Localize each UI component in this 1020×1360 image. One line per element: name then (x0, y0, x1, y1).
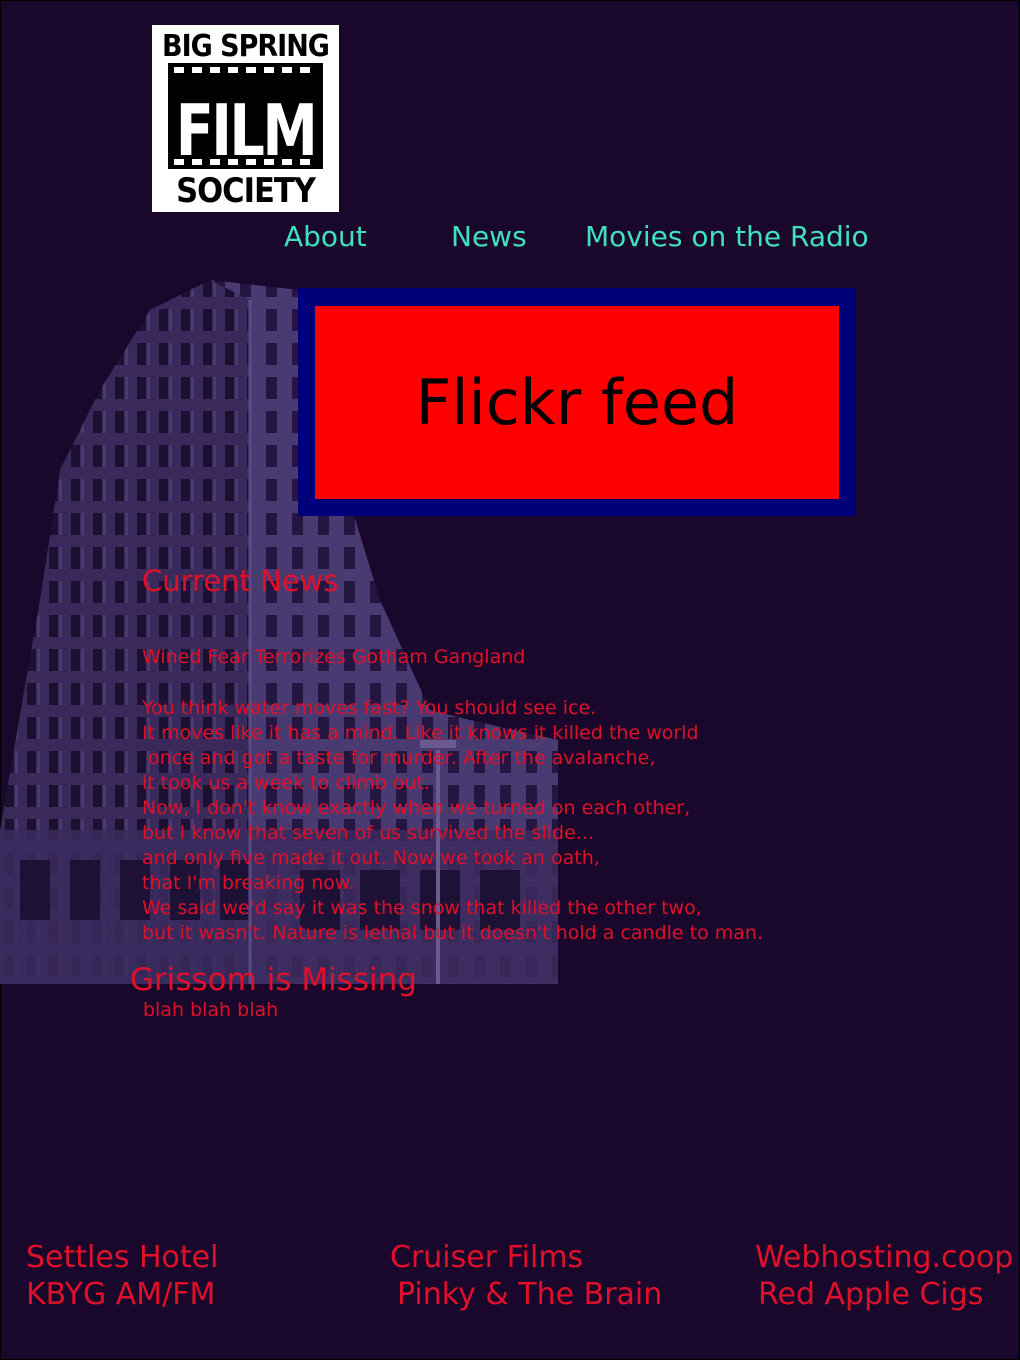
flickr-feed-box[interactable]: Flickr feed (315, 306, 839, 499)
nav-news-link[interactable]: News (451, 220, 527, 253)
nav-about-link[interactable]: About (284, 220, 367, 253)
article-body: You think water moves fast? You should s… (142, 697, 764, 944)
grissom-heading: Grissom is Missing (130, 962, 417, 998)
film-strip-top (168, 63, 323, 77)
film-strip-bottom (168, 155, 323, 169)
footer-link-pinky-brain[interactable]: Pinky & The Brain (397, 1277, 662, 1312)
nav-radio-link[interactable]: Movies on the Radio (585, 220, 869, 253)
article-title: Wined Fear Terrorizes Gotham Gangland (142, 646, 526, 668)
footer-link-webhosting[interactable]: Webhosting.coop (755, 1240, 1013, 1275)
footer-link-cruiser-films[interactable]: Cruiser Films (390, 1240, 583, 1275)
grissom-body: blah blah blah (143, 999, 279, 1021)
current-news-heading: Current News (142, 564, 339, 598)
footer-link-kbyg[interactable]: KBYG AM/FM (26, 1277, 215, 1312)
flickr-feed-frame: Flickr feed (298, 288, 856, 516)
footer-link-settles-hotel[interactable]: Settles Hotel (26, 1240, 218, 1275)
footer-link-red-apple-cigs[interactable]: Red Apple Cigs (758, 1277, 983, 1312)
flickr-feed-label: Flickr feed (415, 366, 739, 439)
logo-text-top: BIG SPRING (162, 29, 330, 64)
site-logo[interactable]: BIG SPRING FILM SOCIETY (152, 25, 339, 212)
logo-text-bottom: SOCIETY (176, 171, 316, 211)
